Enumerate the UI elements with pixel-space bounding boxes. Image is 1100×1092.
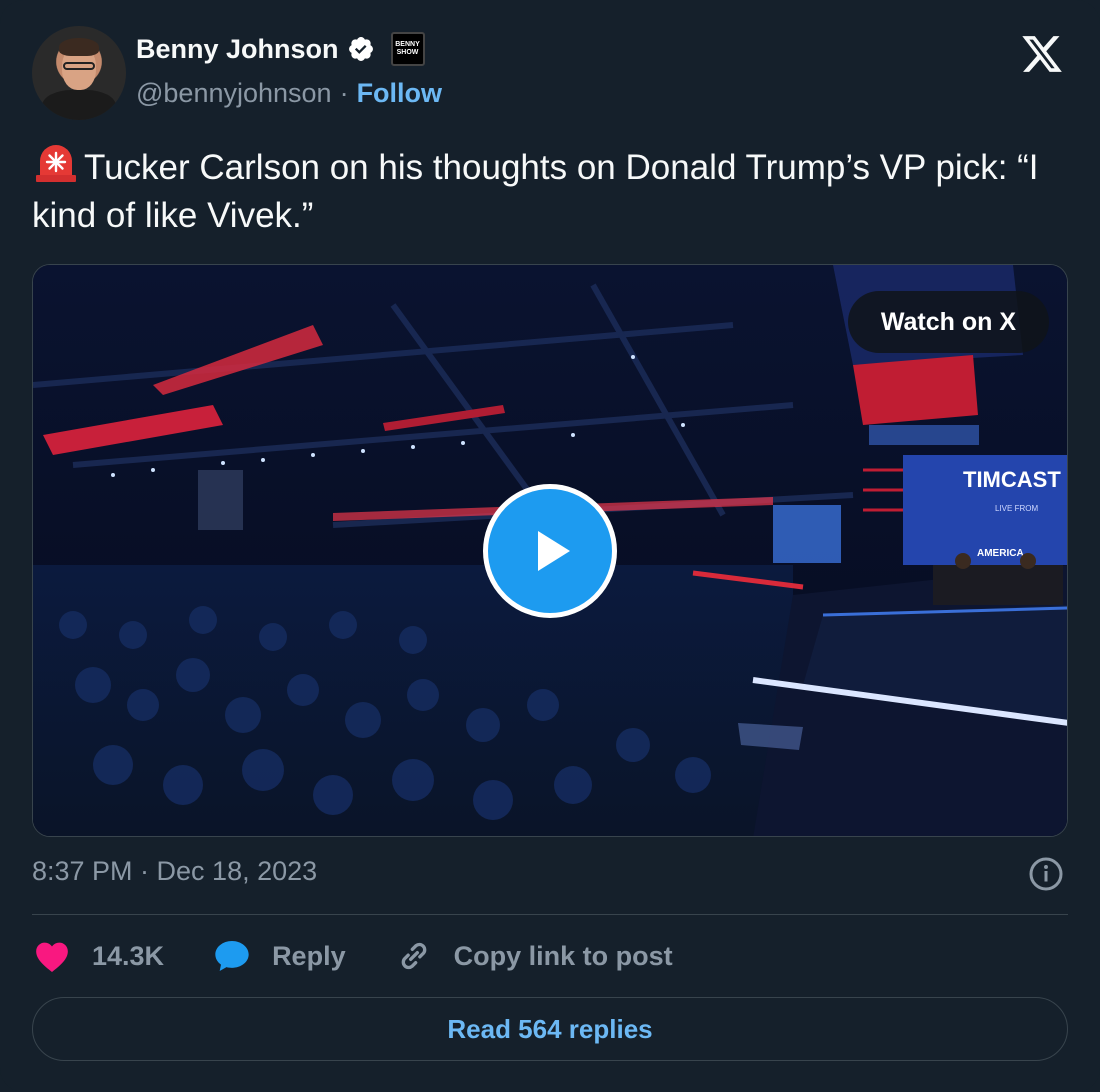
like-button[interactable]: 14.3K (32, 936, 164, 976)
video-player[interactable]: TIMCAST LIVE FROM AMERICA Watch on X (32, 264, 1068, 837)
author-handle[interactable]: @bennyjohnson (136, 78, 332, 109)
post-text-block: Tucker Carlson on his thoughts on Donald… (32, 144, 1068, 240)
reply-bubble-icon (215, 941, 249, 971)
link-icon (401, 942, 426, 970)
avatar-glasses (63, 62, 95, 70)
follow-button[interactable]: Follow (357, 78, 442, 109)
post-text: Tucker Carlson on his thoughts on Donald… (32, 148, 1039, 235)
post-timestamp[interactable]: 8:37 PM · Dec 18, 2023 (32, 856, 317, 887)
copy-link-button[interactable]: Copy link to post (394, 936, 673, 976)
rotating-light-icon (36, 145, 76, 182)
affiliate-badge-text: BENNY SHOW (395, 41, 420, 56)
stage-screen-subtitle: LIVE FROM (995, 504, 1038, 513)
play-icon (538, 531, 570, 571)
like-count: 14.3K (92, 940, 165, 971)
author-handle-row: @bennyjohnson · Follow (136, 78, 442, 109)
embedded-post-card: Benny Johnson BENNY SHOW @bennyjohnson ·… (0, 0, 1100, 1092)
watch-on-x-label: Watch on X (880, 307, 1016, 336)
divider (32, 914, 1068, 915)
handle-separator: · (339, 78, 349, 108)
stage-screen-title: TIMCAST (963, 467, 1061, 492)
read-replies-label: Read 564 replies (447, 1013, 653, 1044)
avatar-hair (59, 38, 99, 56)
author-avatar[interactable] (32, 26, 126, 120)
stage-screen-subtitle-2: AMERICA (977, 548, 1024, 559)
play-button[interactable] (483, 484, 617, 618)
copy-link-label: Copy link to post (453, 940, 673, 971)
action-bar: 14.3K Reply Copy link to post (32, 930, 721, 982)
heart-icon (36, 942, 68, 972)
avatar-shoulders (42, 90, 116, 120)
reply-label: Reply (272, 940, 346, 971)
affiliate-badge[interactable]: BENNY SHOW (390, 32, 425, 66)
x-logo-icon[interactable] (1020, 32, 1064, 76)
author-name[interactable]: Benny Johnson (136, 34, 339, 65)
watch-on-x-button[interactable]: Watch on X (847, 291, 1049, 353)
verified-badge-icon (348, 37, 373, 61)
post-header: Benny Johnson BENNY SHOW @bennyjohnson ·… (32, 24, 1068, 120)
read-replies-button[interactable]: Read 564 replies (32, 997, 1068, 1061)
reply-button[interactable]: Reply (212, 936, 346, 976)
info-icon[interactable] (1028, 856, 1064, 892)
author-name-row: Benny Johnson BENNY SHOW (136, 32, 425, 66)
